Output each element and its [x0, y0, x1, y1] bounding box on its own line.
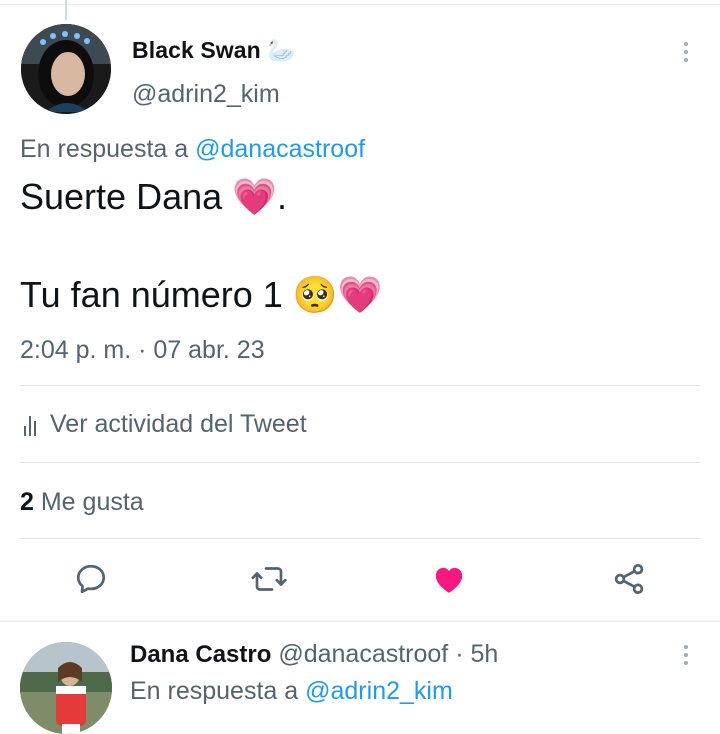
avatar-image	[21, 24, 111, 114]
author-handle[interactable]: @adrin2_kim	[132, 80, 280, 109]
tweet-text-line-1: Suerte Dana 💗.	[20, 176, 287, 217]
reply-time[interactable]: 5h	[470, 640, 498, 668]
author-avatar[interactable]	[21, 24, 111, 114]
reply-author-line: Dana Castro @danacastroof · 5h	[130, 640, 499, 668]
pink-heart-emoji: 💗	[232, 176, 277, 217]
reply-button[interactable]	[73, 561, 109, 597]
reply-author-name[interactable]: Dana Castro	[130, 641, 271, 668]
reply-context: En respuesta a @danacastroof	[20, 135, 366, 163]
retweet-button[interactable]	[251, 561, 287, 597]
divider	[20, 538, 700, 539]
reply-more-options-icon[interactable]	[683, 645, 689, 669]
avatar-image	[20, 642, 112, 734]
top-divider	[0, 4, 720, 5]
pleading-heart-emojis: 🥺💗	[292, 274, 383, 315]
more-options-icon[interactable]	[683, 42, 689, 66]
author-name[interactable]: Black Swan 🦢	[132, 37, 296, 64]
reply-context-2: En respuesta a @adrin2_kim	[130, 677, 453, 705]
analytics-icon	[24, 414, 36, 436]
divider	[20, 385, 700, 386]
reply-handle-link[interactable]: @danacastroof	[195, 135, 365, 163]
reply-author-handle[interactable]: @danacastroof	[278, 640, 448, 668]
view-tweet-activity-link[interactable]: Ver actividad del Tweet	[20, 410, 307, 439]
retweet-icon	[251, 567, 287, 591]
share-button[interactable]	[611, 561, 647, 597]
like-button[interactable]	[431, 561, 467, 597]
tweet-timestamp[interactable]: 2:04 p. m. · 07 abr. 23	[20, 336, 265, 365]
reply-author-avatar[interactable]	[20, 642, 112, 734]
reply-icon	[76, 564, 106, 594]
thread-connector-line	[65, 0, 67, 20]
section-divider	[0, 620, 720, 622]
divider	[20, 462, 700, 463]
tweet-text-line-2: Tu fan número 1 🥺💗	[20, 274, 383, 315]
reply-handle-link-2[interactable]: @adrin2_kim	[305, 677, 453, 705]
share-icon	[614, 564, 644, 594]
swan-emoji: 🦢	[267, 37, 297, 63]
heart-icon	[435, 567, 463, 593]
likes-count-link[interactable]: 2 Me gusta	[20, 488, 144, 517]
